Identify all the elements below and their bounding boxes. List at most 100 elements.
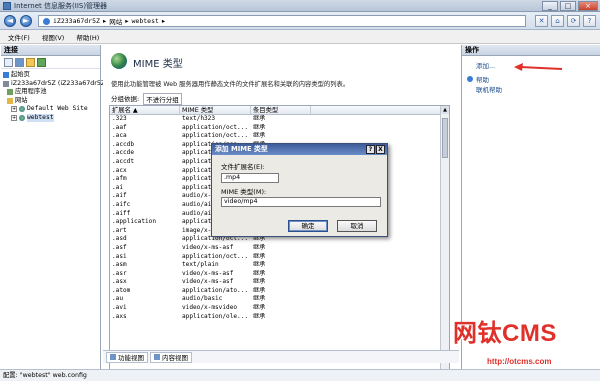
home-icon[interactable]: ⌂ <box>551 15 564 27</box>
cell-extension: .accdt <box>112 157 135 165</box>
website-icon <box>19 114 25 121</box>
online-help-icon <box>467 86 473 92</box>
cell-extension: .au <box>112 295 124 303</box>
cell-extension: .accdb <box>112 140 135 148</box>
cell-mime-type: video/x-ms-asf <box>182 278 234 286</box>
stop-icon[interactable]: ✕ <box>535 15 548 27</box>
help-link[interactable]: 帮助 <box>462 74 600 84</box>
breadcrumb-separator: ▸ <box>161 17 166 25</box>
table-row[interactable]: .aca application/oct... 继承 <box>110 132 449 141</box>
tab-features-view[interactable]: 功能视图 <box>106 351 148 363</box>
watermark-url: http://otcms.com <box>487 357 552 366</box>
group-by-select[interactable]: 不进行分组 <box>143 93 182 105</box>
cell-entry-type: 继承 <box>253 115 266 122</box>
breadcrumb-site[interactable]: webtest <box>132 17 159 25</box>
vertical-scrollbar[interactable]: ▲ ▼ <box>440 106 449 381</box>
table-row[interactable]: .atom application/ato... 继承 <box>110 287 449 296</box>
tab-content-view[interactable]: 内容视图 <box>150 351 192 363</box>
table-row[interactable]: .asx video/x-ms-asf 继承 <box>110 278 449 287</box>
extension-input[interactable]: .mp4 <box>221 173 279 183</box>
menu-view[interactable]: 视图(V) <box>42 32 65 42</box>
tree-node[interactable]: + webtest <box>3 113 98 122</box>
save-icon[interactable] <box>15 58 24 67</box>
table-row[interactable]: .asi application/oct... 继承 <box>110 253 449 262</box>
back-arrow-icon[interactable]: ◄ <box>4 15 16 27</box>
cell-extension: .axs <box>112 312 127 320</box>
scroll-up-icon[interactable]: ▲ <box>441 106 449 114</box>
cell-mime-type: application/oct... <box>182 123 249 131</box>
table-row[interactable]: .asf video/x-ms-asf 继承 <box>110 244 449 253</box>
cell-extension: .art <box>112 226 127 234</box>
tree-expander-icon[interactable]: + <box>11 106 17 113</box>
table-row[interactable]: .au audio/basic 继承 <box>110 295 449 304</box>
table-row[interactable]: .avi video/x-msvideo 继承 <box>110 304 449 313</box>
online-help-link[interactable]: 联机帮助 <box>462 84 600 94</box>
status-bar: 配置: "webtest" web.config <box>0 369 600 381</box>
maximize-button[interactable]: □ <box>560 1 576 11</box>
table-row[interactable]: .asr video/x-ms-asf 继承 <box>110 270 449 279</box>
cell-entry-type: 继承 <box>253 286 266 294</box>
cell-entry-type: 继承 <box>253 252 266 260</box>
breadcrumb-sites[interactable]: 网站 <box>109 16 122 26</box>
dialog-title-bar: 添加 MIME 类型 ? X <box>212 144 387 155</box>
connection-icon[interactable] <box>37 58 46 67</box>
close-button[interactable]: × <box>578 1 598 11</box>
group-by: 分组依据: 不进行分组 <box>111 93 182 105</box>
menu-help[interactable]: 帮助(H) <box>76 32 99 42</box>
minimize-button[interactable]: _ <box>542 1 558 11</box>
breadcrumb-separator: ▸ <box>125 17 129 25</box>
iis-app-icon <box>3 2 11 10</box>
sites-folder-icon <box>7 97 13 104</box>
column-entry-type[interactable]: 条目类型 <box>251 106 311 114</box>
cell-mime-type: text/h323 <box>182 115 216 122</box>
table-row[interactable]: .asm text/plain 继承 <box>110 261 449 270</box>
folder-icon[interactable] <box>26 58 35 67</box>
cell-mime-type: audio/basic <box>182 295 223 303</box>
annotation-arrow-icon <box>514 63 563 71</box>
cell-entry-type: 继承 <box>253 243 266 251</box>
tree-node-label: 应用程序池 <box>15 88 47 95</box>
ok-button[interactable]: 确定 <box>288 220 328 232</box>
cell-extension: .ai <box>112 183 124 191</box>
cell-mime-type: application/ato... <box>182 286 249 294</box>
window-controls: _ □ × <box>542 1 598 11</box>
app-pool-icon <box>7 89 13 96</box>
forward-arrow-icon[interactable]: ► <box>20 15 32 27</box>
cell-entry-type: 继承 <box>253 304 266 312</box>
dialog-close-button[interactable]: X <box>376 145 385 154</box>
breadcrumb-server[interactable]: iZ233a67dr5Z <box>53 17 100 25</box>
cell-extension: .asm <box>112 261 127 269</box>
connect-icon[interactable] <box>4 58 13 67</box>
tree-node[interactable]: 网站 <box>3 97 98 106</box>
table-row[interactable]: .axs application/ole... 继承 <box>110 313 449 322</box>
dialog-help-button[interactable]: ? <box>366 145 375 154</box>
help-icon[interactable]: ? <box>583 15 596 27</box>
scroll-thumb[interactable] <box>442 118 448 158</box>
view-tabs: 功能视图 内容视图 <box>103 350 459 363</box>
window-title: Internet 信息服务(IIS)管理器 <box>14 2 108 10</box>
help-icon <box>467 76 473 82</box>
mime-type-input[interactable]: video/mp4 <box>221 197 381 207</box>
tree-node-label: Default Web Site <box>27 105 88 112</box>
table-header: 扩展名 ▲ MIME 类型 条目类型 <box>110 106 449 115</box>
menu-file[interactable]: 文件(F) <box>8 32 30 42</box>
tree-node[interactable]: + Default Web Site <box>3 105 98 114</box>
column-mime-type[interactable]: MIME 类型 <box>180 106 251 114</box>
cell-entry-type: 继承 <box>253 132 266 140</box>
cancel-button[interactable]: 取消 <box>337 220 377 232</box>
tree-node[interactable]: 应用程序池 <box>3 88 98 97</box>
cell-extension: .asx <box>112 278 127 286</box>
table-row[interactable]: .aaf application/oct... 继承 <box>110 124 449 133</box>
tree-node[interactable]: 起始页 <box>3 71 98 80</box>
tree-node[interactable]: iZ233a67dr5Z (iZ233a67dr5Z <box>3 80 105 89</box>
refresh-icon[interactable]: ⟳ <box>567 15 580 27</box>
column-extension[interactable]: 扩展名 ▲ <box>110 106 180 114</box>
cell-mime-type: video/x-msvideo <box>182 304 238 312</box>
connections-panel: 连接 起始页 iZ233a67dr5Z (iZ233a67dr5Z 应用程序池 网站 +… <box>1 45 105 381</box>
cell-extension: .aif <box>112 192 127 200</box>
actions-header: 操作 <box>462 45 600 56</box>
tree-node-label: 起始页 <box>11 71 30 78</box>
breadcrumb[interactable]: iZ233a67dr5Z ▸ 网站 ▸ webtest ▸ <box>38 15 526 27</box>
table-row[interactable]: .323 text/h323 继承 <box>110 115 449 124</box>
tree-expander-icon[interactable]: + <box>11 114 17 121</box>
